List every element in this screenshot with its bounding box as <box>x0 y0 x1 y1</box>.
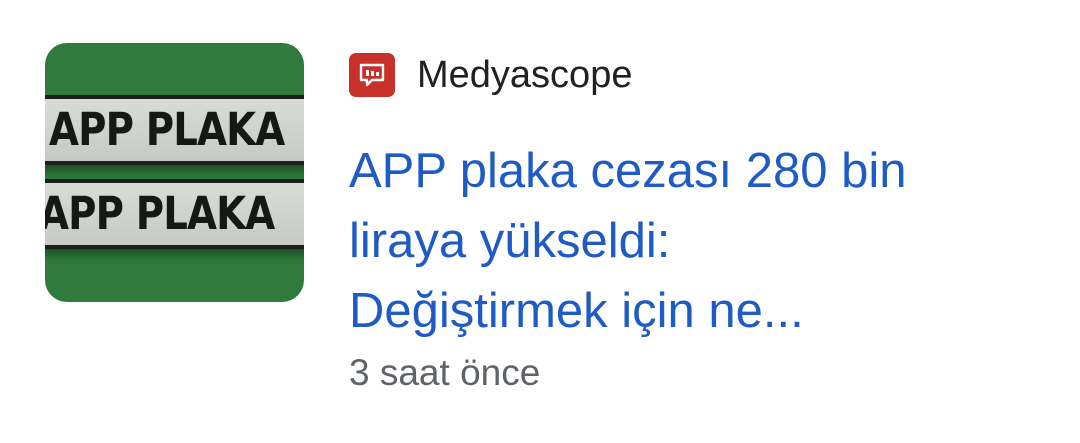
speech-bubble-icon <box>359 63 385 87</box>
plate-text-top: APP PLAKA <box>49 103 285 156</box>
source-row: Medyascope <box>349 52 632 98</box>
source-name[interactable]: Medyascope <box>417 52 632 98</box>
medyascope-logo-icon <box>349 53 395 97</box>
published-time: 3 saat önce <box>349 352 541 393</box>
article-thumbnail[interactable]: APP PLAKA APP PLAKA <box>45 43 304 302</box>
license-plate-top: APP PLAKA <box>45 95 304 165</box>
headline-line-2[interactable]: liraya yükseldi: <box>349 206 1049 276</box>
news-article-card[interactable]: APP PLAKA APP PLAKA Medyascope APP plaka… <box>0 0 1080 443</box>
license-plate-bottom: APP PLAKA <box>45 179 304 249</box>
headline-line-3[interactable]: Değiştirmek için ne... <box>349 276 1049 346</box>
article-headline[interactable]: APP plaka cezası 280 bin liraya yükseldi… <box>349 136 1049 346</box>
plate-text-bottom: APP PLAKA <box>45 187 275 240</box>
headline-line-1[interactable]: APP plaka cezası 280 bin <box>349 136 1049 206</box>
